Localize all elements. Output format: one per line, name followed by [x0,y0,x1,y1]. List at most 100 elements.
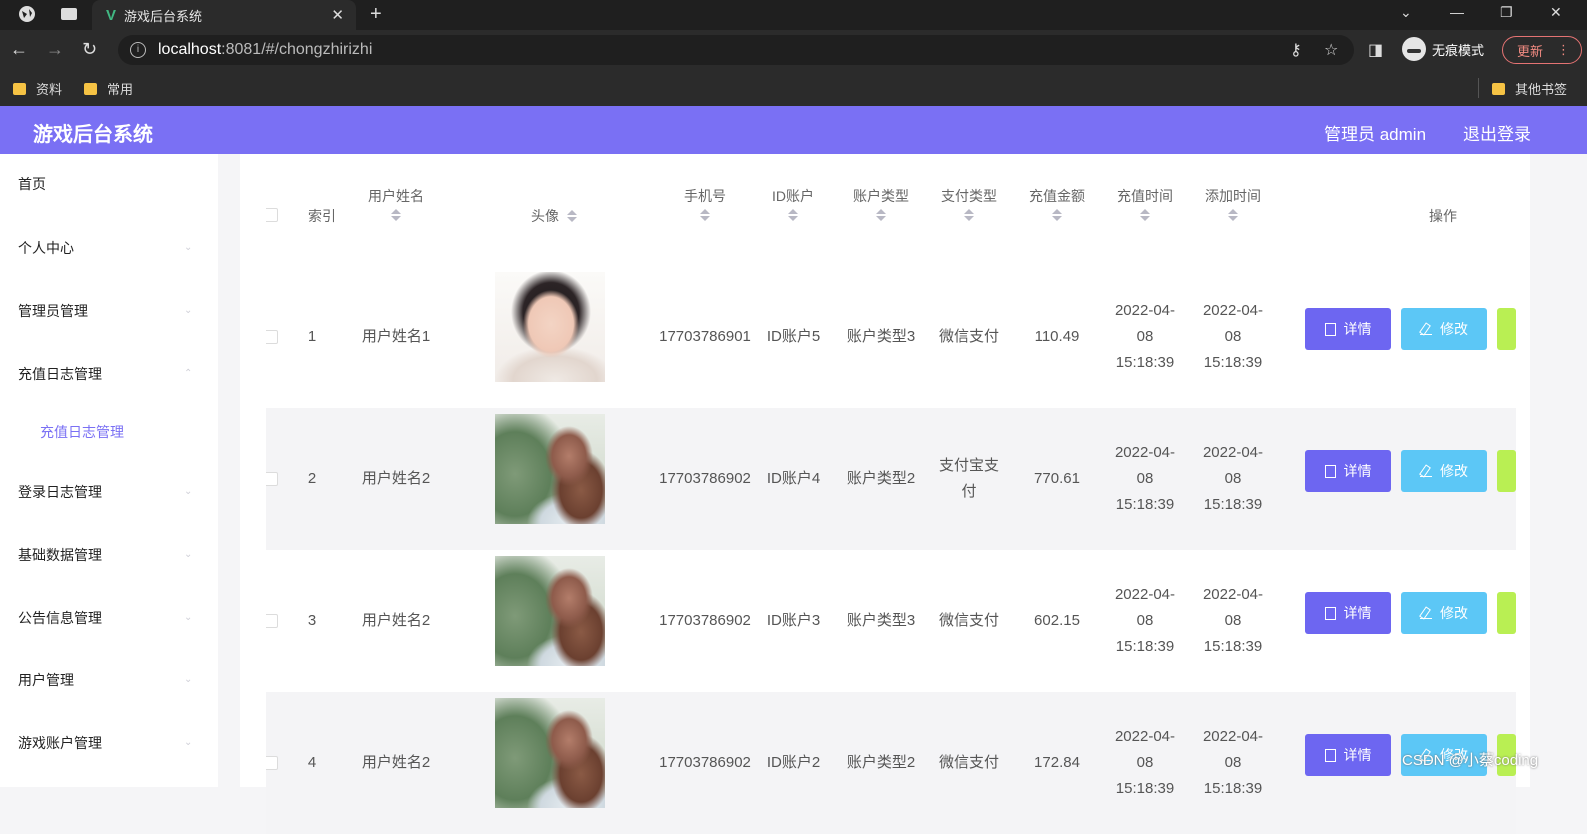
header-amount[interactable]: 充值金额 [1017,184,1097,222]
minimize-icon[interactable]: — [1450,4,1464,20]
header-phone[interactable]: 手机号 [665,184,745,222]
back-icon[interactable]: ← [10,39,28,60]
tab-overview-icon[interactable] [60,5,78,23]
header-pay-type[interactable]: 支付类型 [929,184,1009,222]
detail-button[interactable]: 详情 [1305,734,1391,776]
sidebar: 首页 个人中心 ⌄ 管理员管理 ⌄ 充值日志管理 ⌃ 充值日志管理 登录日志管理… [0,154,218,787]
logout-link[interactable]: 退出登录 [1463,120,1531,145]
document-icon [1324,322,1336,336]
edit-button[interactable]: 修改 [1401,308,1487,350]
sort-icon[interactable] [567,209,577,223]
vue-logo-icon: V [106,6,117,24]
table-row: 3 用户姓名2 17703786902 ID账户3 账户类型3 微信支付 602… [266,550,1516,692]
row-checkbox[interactable] [266,756,278,770]
cell-amount: 172.84 [1034,754,1080,771]
reload-icon[interactable]: ↻ [82,39,97,60]
info-icon[interactable]: i [130,42,146,58]
cell-index: 4 [307,754,317,771]
sort-icon[interactable] [788,208,798,222]
bookmark-folder-changyong[interactable]: 常用 [84,79,133,98]
more-menu-icon[interactable]: ⋮ [1557,42,1570,58]
sort-icon[interactable] [964,208,974,222]
header-charge-time[interactable]: 充值时间 [1105,184,1185,222]
sidebar-item-recharge-log[interactable]: 充值日志管理 [18,364,102,384]
tab-search-icon[interactable]: ⌄ [1400,4,1412,21]
cell-amount: 602.15 [1034,612,1080,629]
sidebar-item-home[interactable]: 首页 [18,174,46,194]
sort-icon[interactable] [391,208,401,222]
cell-index: 2 [307,470,317,487]
restore-icon[interactable]: ❐ [1500,4,1513,21]
globe-icon[interactable] [18,5,36,23]
close-tab-icon[interactable]: ✕ [331,6,344,24]
new-tab-icon[interactable]: + [370,3,382,26]
edit-icon [1420,465,1432,477]
sidebar-item-user-manage[interactable]: 用户管理 [18,670,74,690]
edit-button[interactable]: 修改 [1401,592,1487,634]
bookmark-folder-ziliao[interactable]: 资料 [13,79,62,98]
edit-button[interactable]: 修改 [1401,450,1487,492]
delete-button[interactable] [1497,592,1516,634]
header-account[interactable]: ID账户 [753,184,833,222]
cell-pay-type: 微信支付 [938,612,999,629]
delete-button[interactable] [1497,308,1516,350]
cell-name: 用户姓名1 [361,328,431,345]
sidebar-item-admin-manage[interactable]: 管理员管理 [18,301,88,321]
header-add-time[interactable]: 添加时间 [1193,184,1273,222]
sidepanel-icon[interactable]: ◨ [1368,40,1383,60]
cell-charge-time: 2022-04-08 15:18:39 [1114,586,1176,655]
sort-icon[interactable] [1052,208,1062,222]
forward-icon[interactable]: → [46,39,64,60]
document-icon [1324,748,1336,762]
incognito-indicator[interactable]: 无痕模式 [1402,37,1484,61]
detail-button[interactable]: 详情 [1305,592,1391,634]
avatar [495,414,605,524]
chevron-down-icon: ⌄ [184,612,193,623]
incognito-icon [1402,37,1426,61]
row-checkbox[interactable] [266,472,278,486]
bookmark-folder-other[interactable]: 其他书签 [1492,79,1567,98]
url-host: localhost [158,41,222,58]
delete-button[interactable] [1497,450,1516,492]
document-icon [1324,464,1336,478]
chevron-down-icon: ⌄ [184,674,193,685]
cell-account: ID账户3 [766,612,821,629]
update-label: 更新 [1517,43,1544,59]
row-checkbox[interactable] [266,330,278,344]
tab-title: 游戏后台系统 [124,8,203,24]
update-button[interactable]: 更新 ⋮ [1502,36,1582,64]
sort-icon[interactable] [1228,208,1238,222]
sidebar-item-basic-data[interactable]: 基础数据管理 [18,545,102,565]
sidebar-item-game-account[interactable]: 游戏账户管理 [18,733,102,753]
sidebar-subitem-recharge-log[interactable]: 充值日志管理 [40,422,124,442]
close-window-icon[interactable]: ✕ [1550,4,1562,21]
cell-add-time: 2022-04-08 15:18:39 [1202,728,1264,797]
cell-pay-type: 支付宝支付 [938,457,999,500]
header-charge-time-label: 充值时间 [1117,188,1173,204]
table-row: 4 用户姓名2 17703786902 ID账户2 账户类型2 微信支付 172… [266,692,1516,834]
cell-account: ID账户5 [766,328,821,345]
sort-icon[interactable] [876,208,886,222]
cell-account: ID账户2 [766,754,821,771]
row-checkbox[interactable] [266,614,278,628]
active-tab[interactable]: V 游戏后台系统 ✕ [92,0,356,30]
cell-name: 用户姓名2 [361,470,431,487]
key-icon[interactable]: ⚷ [1290,40,1302,60]
url-input[interactable]: i localhost:8081/#/chongzhirizhi [118,35,1354,65]
sort-icon[interactable] [1140,208,1150,222]
sidebar-item-notice[interactable]: 公告信息管理 [18,608,102,628]
header-phone-label: 手机号 [684,188,726,204]
cell-index: 1 [307,328,317,345]
header-name[interactable]: 用户姓名 [356,184,436,222]
sort-icon[interactable] [700,208,710,222]
sidebar-item-personal-center[interactable]: 个人中心 [18,238,74,258]
header-avatar[interactable]: 头像 [494,204,614,228]
detail-button[interactable]: 详情 [1305,308,1391,350]
sidebar-item-login-log[interactable]: 登录日志管理 [18,482,102,502]
header-account-type[interactable]: 账户类型 [841,184,921,222]
app-header: 游戏后台系统 管理员 admin 退出登录 [0,106,1587,154]
star-icon[interactable]: ☆ [1324,40,1338,60]
cell-account-type: 账户类型3 [846,328,916,345]
detail-button[interactable]: 详情 [1305,450,1391,492]
select-all-checkbox[interactable] [266,208,278,222]
